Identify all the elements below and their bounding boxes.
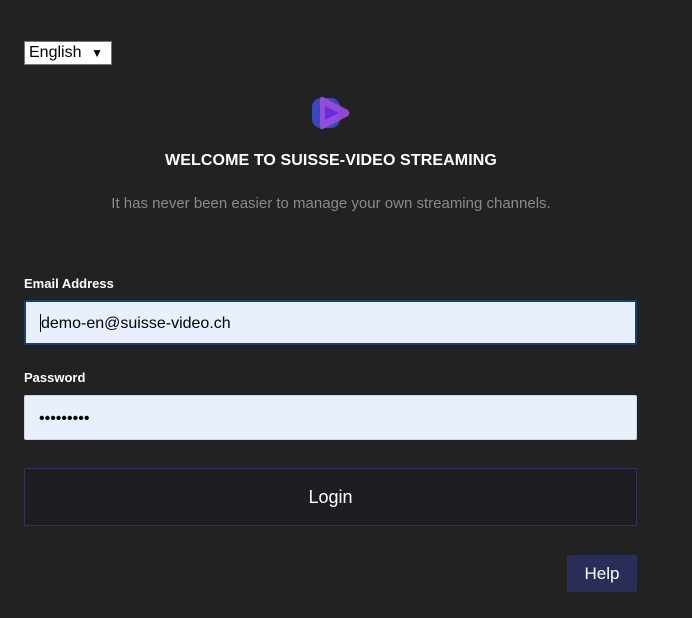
- welcome-title: WELCOME TO SUISSE-VIDEO STREAMING: [165, 152, 497, 169]
- email-label: Email Address: [24, 276, 114, 291]
- email-field[interactable]: demo-en@suisse-video.ch: [24, 300, 637, 345]
- email-value: demo-en@suisse-video.ch: [41, 315, 231, 332]
- language-select-value: English: [29, 44, 82, 61]
- language-select[interactable]: English ▼: [24, 41, 112, 65]
- welcome-subtitle: It has never been easier to manage your …: [111, 195, 551, 212]
- login-button[interactable]: Login: [24, 468, 637, 526]
- dropdown-arrow-icon: ▼: [91, 46, 103, 60]
- text-caret: [40, 313, 41, 332]
- help-button[interactable]: Help: [567, 555, 637, 592]
- password-field[interactable]: •••••••••: [24, 395, 637, 440]
- password-label: Password: [24, 370, 86, 385]
- play-logo-icon: [312, 96, 350, 130]
- password-value: •••••••••: [39, 410, 90, 427]
